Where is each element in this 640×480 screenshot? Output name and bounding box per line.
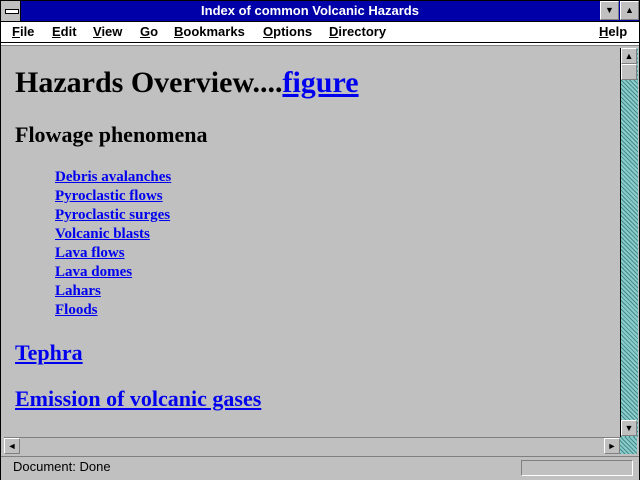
page-heading: Hazards Overview....figure bbox=[15, 66, 359, 100]
menu-view[interactable]: View bbox=[93, 22, 122, 42]
link-volcanic-gases[interactable]: Emission of volcanic gases bbox=[15, 386, 261, 412]
link-debris-avalanches[interactable]: Debris avalanches bbox=[55, 168, 171, 187]
browser-window: Index of common Volcanic Hazards ▼ ▲ Fil… bbox=[0, 0, 640, 480]
link-lava-domes[interactable]: Lava domes bbox=[55, 263, 171, 282]
arrow-down-icon: ▼ bbox=[624, 423, 634, 433]
menu-directory-accel: D bbox=[329, 24, 339, 39]
scrollbar-corner bbox=[620, 437, 637, 454]
arrow-left-icon: ◄ bbox=[7, 441, 17, 451]
menu-go-label: o bbox=[150, 24, 159, 39]
document-content: Hazards Overview....figure Flowage pheno… bbox=[4, 48, 619, 436]
menu-help-accel: H bbox=[599, 24, 609, 39]
menu-go-accel: G bbox=[140, 24, 151, 39]
page-heading-text: Hazards Overview.... bbox=[15, 66, 283, 99]
status-text: Document: Done bbox=[13, 459, 111, 474]
progress-indicator bbox=[521, 460, 633, 476]
menu-bookmarks-label: ookmarks bbox=[183, 24, 245, 39]
flowage-link-list: Debris avalanches Pyroclastic flows Pyro… bbox=[55, 168, 171, 320]
maximize-button[interactable]: ▲ bbox=[620, 1, 639, 20]
arrow-up-icon: ▲ bbox=[624, 51, 634, 61]
scroll-down-button[interactable]: ▼ bbox=[621, 420, 637, 436]
link-lava-flows[interactable]: Lava flows bbox=[55, 244, 171, 263]
system-menu-icon bbox=[5, 9, 19, 14]
vertical-scrollbar[interactable]: ▲ ▼ bbox=[620, 48, 638, 437]
menu-directory-label: irectory bbox=[338, 24, 387, 39]
link-pyroclastic-flows[interactable]: Pyroclastic flows bbox=[55, 187, 171, 206]
minimize-button[interactable]: ▼ bbox=[600, 1, 619, 20]
link-volcanic-blasts[interactable]: Volcanic blasts bbox=[55, 225, 171, 244]
section-heading-flowage: Flowage phenomena bbox=[15, 122, 208, 147]
menu-view-label: iew bbox=[101, 24, 123, 39]
menu-help-label: elp bbox=[608, 24, 628, 39]
menu-file-label: ile bbox=[19, 24, 35, 39]
link-tephra[interactable]: Tephra bbox=[15, 340, 83, 366]
menu-edit[interactable]: Edit bbox=[52, 22, 77, 42]
menu-directory[interactable]: Directory bbox=[329, 22, 386, 42]
horizontal-scrollbar[interactable]: ◄ ► bbox=[4, 437, 620, 455]
menu-edit-label: dit bbox=[60, 24, 77, 39]
menu-options[interactable]: Options bbox=[263, 22, 312, 42]
arrow-right-icon: ► bbox=[607, 441, 617, 451]
menu-go[interactable]: Go bbox=[140, 22, 158, 42]
window-title: Index of common Volcanic Hazards bbox=[201, 3, 419, 18]
scroll-right-button[interactable]: ► bbox=[604, 438, 620, 454]
title-bar: Index of common Volcanic Hazards ▼ ▲ bbox=[1, 1, 639, 22]
status-bar: Document: Done bbox=[1, 456, 639, 480]
toolbar-separator bbox=[1, 43, 639, 46]
vertical-scroll-thumb[interactable] bbox=[621, 64, 637, 80]
menu-bar: File Edit View Go Bookmarks Options Dire… bbox=[1, 22, 639, 43]
link-floods[interactable]: Floods bbox=[55, 301, 171, 320]
menu-bookmarks-accel: B bbox=[174, 24, 184, 39]
menu-bookmarks[interactable]: Bookmarks bbox=[174, 22, 245, 42]
scroll-up-button[interactable]: ▲ bbox=[621, 48, 637, 64]
system-menu-button[interactable] bbox=[1, 1, 21, 21]
scroll-left-button[interactable]: ◄ bbox=[4, 438, 20, 454]
menu-options-label: ptions bbox=[273, 24, 313, 39]
menu-edit-accel: E bbox=[52, 24, 61, 39]
figure-link[interactable]: figure bbox=[282, 66, 358, 99]
link-lahars[interactable]: Lahars bbox=[55, 282, 171, 301]
menu-file[interactable]: File bbox=[12, 22, 34, 42]
maximize-arrow-icon: ▲ bbox=[625, 5, 634, 15]
link-pyroclastic-surges[interactable]: Pyroclastic surges bbox=[55, 206, 171, 225]
menu-options-accel: O bbox=[263, 24, 274, 39]
menu-help[interactable]: Help bbox=[599, 22, 627, 42]
minimize-arrow-icon: ▼ bbox=[605, 5, 614, 15]
menu-file-accel: F bbox=[12, 24, 20, 39]
